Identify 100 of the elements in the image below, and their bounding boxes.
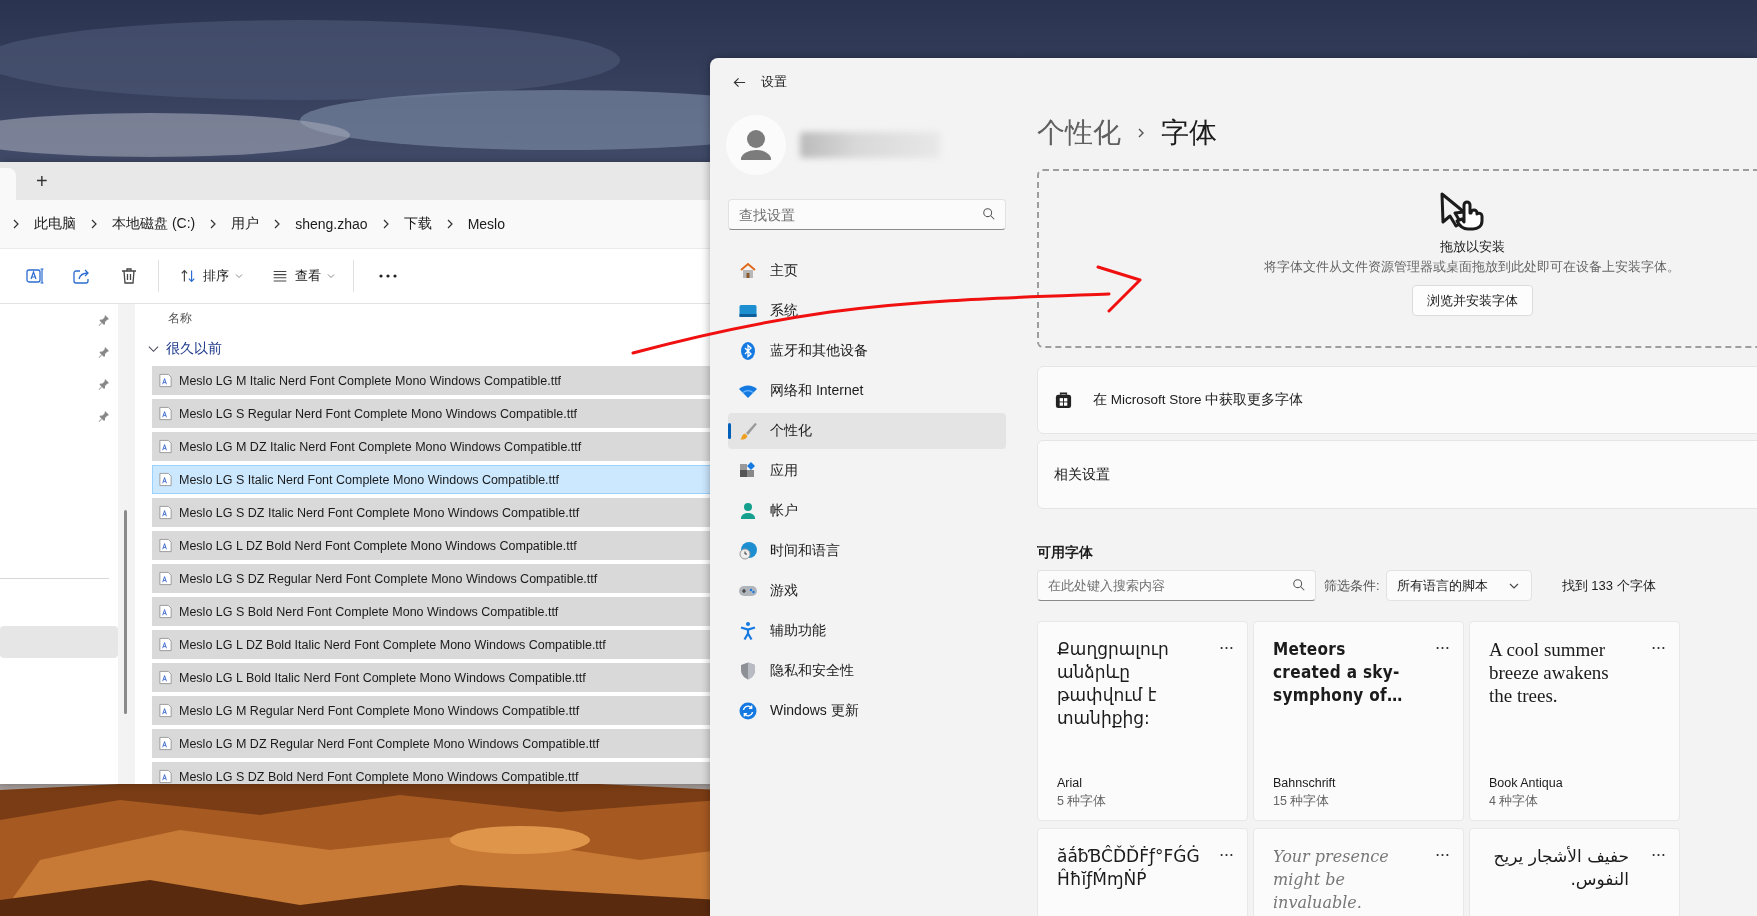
font-card[interactable]: Your presence might be invaluable. [1253,828,1464,916]
more-icon[interactable] [1220,646,1233,650]
pin-icon [98,346,110,358]
more-icon[interactable] [378,273,398,279]
avatar-icon[interactable] [726,115,786,175]
view-button[interactable]: 查看 [269,263,337,289]
nav-item[interactable]: 时间和语言 [728,533,1006,569]
chevron-icon [1508,582,1519,589]
selection-indicator [728,423,731,439]
page-title: 字体 [1161,116,1217,150]
chevron-icon [273,218,282,230]
font-card[interactable]: A cool summer breeze awakens the trees. Book Antiqua 4 种字体 [1469,621,1680,821]
nav-item[interactable]: 应用 [728,453,1006,489]
new-tab-button[interactable]: + [28,169,56,193]
file-row[interactable]: Meslo LG S DZ Italic Nerd Font Complete Mono Windows Compatible.ttf [152,498,711,527]
more-icon[interactable] [1436,646,1449,650]
more-icon[interactable] [1436,853,1449,857]
pin-icon [98,378,110,390]
pin-icon [98,314,110,326]
drop-zone-description: 将字体文件从文件资源管理器或桌面拖放到此处即可在设备上安装字体。 [1264,259,1680,276]
globe-clock-icon [738,541,758,561]
file-name: Meslo LG S Bold Nerd Font Complete Mono Windows Compatible.ttf [179,604,559,619]
font-file-icon [158,703,173,718]
filter-dropdown[interactable]: 所有语言的脚本 [1385,570,1532,601]
file-row[interactable]: Meslo LG S Bold Nerd Font Complete Mono Windows Compatible.ttf [152,597,711,626]
font-file-icon [158,604,173,619]
scrollbar[interactable] [124,510,127,714]
font-file-icon [158,538,173,553]
more-icon[interactable] [1220,853,1233,857]
nav-item[interactable]: 游戏 [728,573,1006,609]
font-card[interactable]: ăắƀƁĈĎĎḞƒ°FǴĠ ĤħĭƒḾɱṄṔ [1037,828,1248,916]
breadcrumb-item[interactable]: Meslo [467,216,505,232]
breadcrumb-item[interactable]: 用户 [231,215,260,233]
file-name: Meslo LG S Italic Nerd Font Complete Mono Windows Compatible.ttf [179,472,559,487]
file-row[interactable]: Meslo LG M Italic Nerd Font Complete Mono Windows Compatible.ttf [152,366,711,395]
rename-icon[interactable] [25,266,45,286]
chevron-icon[interactable] [148,345,159,353]
font-file-icon [158,571,173,586]
browse-install-button[interactable]: 浏览并安装字体 [1411,285,1533,316]
font-sample: ăắƀƁĈĎĎḞƒ°FǴĠ ĤħĭƒḾɱṄṔ [1057,845,1197,891]
file-row[interactable]: Meslo LG M DZ Regular Nerd Font Complete Mono Windows Compatible.ttf [152,729,711,758]
nav-item[interactable]: 网络和 Internet [728,373,1006,409]
nav-item[interactable]: 帐户 [728,493,1006,529]
file-row[interactable]: Meslo LG S Italic Nerd Font Complete Mono Windows Compatible.ttf [152,465,711,494]
related-settings-title: 相关设置 [1054,465,1110,484]
file-row[interactable]: Meslo LG S DZ Regular Nerd Font Complete Mono Windows Compatible.ttf [152,564,711,593]
more-icon[interactable] [1652,853,1665,857]
font-file-icon [158,637,173,652]
search-field[interactable]: 查找设置 [728,199,1006,230]
window-title: 设置 [761,73,787,91]
font-file-icon [158,439,173,454]
file-name: Meslo LG S DZ Regular Nerd Font Complete Mono Windows Compatible.ttf [179,571,598,586]
nav-item[interactable]: 辅助功能 [728,613,1006,649]
breadcrumb-item[interactable]: 此电脑 [34,215,76,233]
column-header[interactable]: 名称 [152,304,208,332]
file-name: Meslo LG L DZ Bold Italic Nerd Font Complete Mono Windows Compatible.ttf [179,637,606,652]
breadcrumb-item[interactable]: 下载 [403,215,432,233]
drop-zone[interactable]: 拖放以安装 将字体文件从文件资源管理器或桌面拖放到此处即可在设备上安装字体。 浏览并安装字体 [1037,169,1757,348]
file-name: Meslo LG L DZ Bold Nerd Font Complete Mono Windows Compatible.ttf [179,538,577,553]
more-icon[interactable] [1652,646,1665,650]
caret-icon [235,273,243,279]
font-file-icon [158,769,173,784]
caret-icon [327,273,335,279]
breadcrumb-item[interactable]: 本地磁盘 (C:) [112,215,196,233]
file-row[interactable]: Meslo LG M DZ Italic Nerd Font Complete Mono Windows Compatible.ttf [152,432,711,461]
chevron-icon [445,218,454,230]
nav-item[interactable]: 主页 [728,253,1006,289]
store-link-card[interactable]: 在 Microsoft Store 中获取更多字体 [1037,366,1757,434]
font-search-field[interactable]: 在此处键入搜索内容 [1037,570,1316,601]
nav-item[interactable]: Windows 更新 [728,693,1006,729]
filter-label: 筛选条件: [1324,576,1380,595]
chevron-icon [12,218,20,230]
file-name: Meslo LG M DZ Italic Nerd Font Complete Mono Windows Compatible.ttf [179,439,582,454]
font-sample: Քաղցրալուր անձրևը թափվում է տանիքից: [1057,638,1170,730]
store-link-text: 在 Microsoft Store 中获取更多字体 [1093,391,1304,409]
nav-item[interactable]: 隐私和安全性 [728,653,1006,689]
file-row[interactable]: Meslo LG S DZ Bold Nerd Font Complete Mono Windows Compatible.ttf [152,762,711,784]
file-row[interactable]: Meslo LG L DZ Bold Italic Nerd Font Complete Mono Windows Compatible.ttf [152,630,711,659]
brush-icon [738,421,758,441]
font-card[interactable]: حفيف الأشجار يريح النفوس. [1469,828,1680,916]
nav-item[interactable]: 蓝牙和其他设备 [728,333,1006,369]
font-card[interactable]: Քաղցրալուր անձրևը թափվում է տանիքից: Arial 5 种字体 [1037,621,1248,821]
sort-button[interactable]: 排序 [177,263,245,289]
font-card[interactable]: Meteors created a sky-symphony of… Bahnschrift 15 种字体 [1253,621,1464,821]
file-row[interactable]: Meslo LG L DZ Bold Nerd Font Complete Mono Windows Compatible.ttf [152,531,711,560]
nav-item[interactable]: 个性化 [728,413,1006,449]
group-header[interactable]: 很久以前 [166,340,222,358]
font-sample: Meteors created a sky-symphony of… [1273,638,1404,707]
breadcrumb-item[interactable]: sheng.zhao [295,216,368,232]
breadcrumb-parent[interactable]: 个性化 [1037,114,1121,152]
font-count: 找到 133 个字体 [1561,576,1656,595]
file-name: Meslo LG M Regular Nerd Font Complete Mono Windows Compatible.ttf [179,703,580,718]
file-row[interactable]: Meslo LG M Regular Nerd Font Complete Mono Windows Compatible.ttf [152,696,711,725]
update-icon [738,701,758,721]
nav-item[interactable]: 系统 [728,293,1006,329]
file-row[interactable]: Meslo LG S Regular Nerd Font Complete Mono Windows Compatible.ttf [152,399,711,428]
shield-icon [738,661,758,681]
file-row[interactable]: Meslo LG L Bold Italic Nerd Font Complete Mono Windows Compatible.ttf [152,663,711,692]
font-sample: Your presence might be invaluable. [1273,846,1390,914]
delete-icon[interactable] [119,266,139,286]
